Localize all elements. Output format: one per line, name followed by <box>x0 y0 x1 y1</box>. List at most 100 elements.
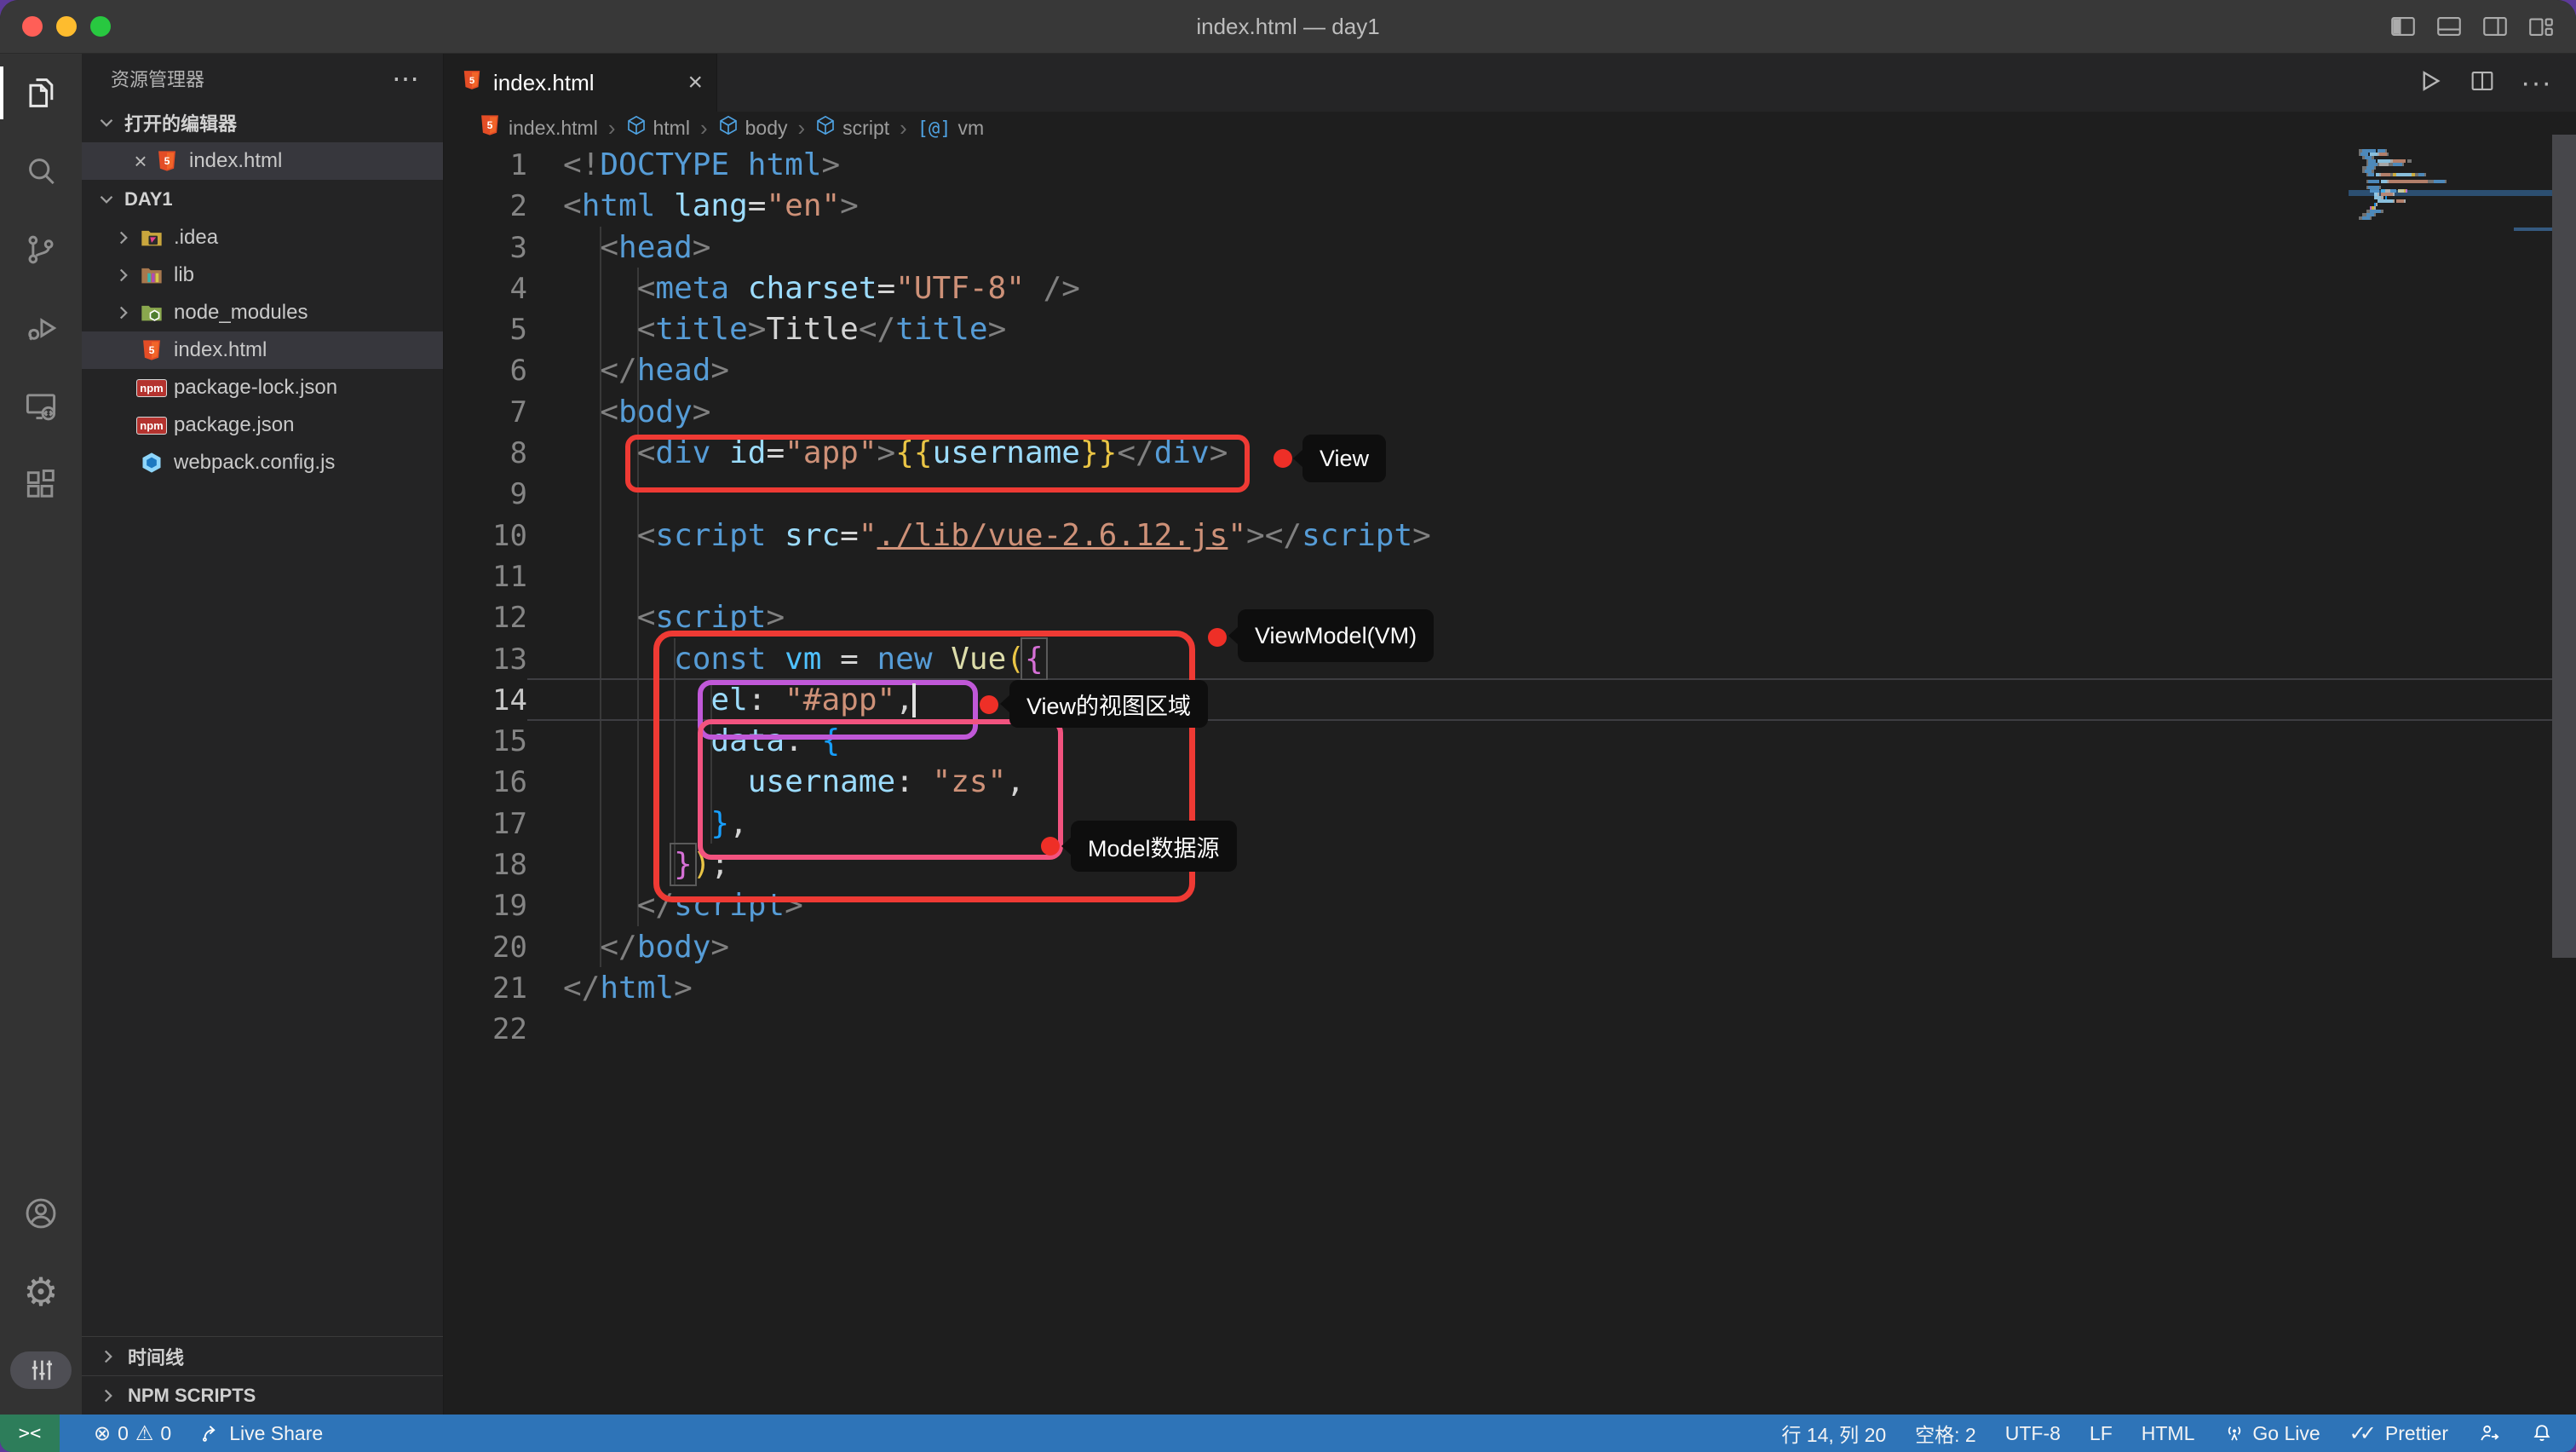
remote-explorer-icon[interactable] <box>0 367 82 446</box>
breadcrumb: 5index.html›html›body›script›[@]vm <box>444 112 2576 144</box>
code-text: <!DOCTYPE html> <box>563 145 840 186</box>
breadcrumb-item-vm[interactable]: [@]vm <box>917 117 984 140</box>
cube-icon <box>626 115 647 141</box>
sidebar-more-icon[interactable]: ⋯ <box>392 62 421 95</box>
tune-icon[interactable] <box>0 1331 82 1409</box>
annotation-label-model: Model数据源 <box>1071 821 1237 872</box>
open-editors-section[interactable]: 打开的编辑器 <box>82 103 443 142</box>
tree-item-node-modules[interactable]: node_modules <box>82 294 443 331</box>
breadcrumb-item-index.html[interactable]: 5index.html <box>478 113 598 142</box>
prettier-status[interactable]: ✓✓ Prettier <box>2349 1421 2448 1446</box>
tree-item-webpack-config-js[interactable]: webpack.config.js <box>82 444 443 481</box>
extensions-icon[interactable] <box>0 446 82 524</box>
breadcrumb-item-html[interactable]: html <box>626 115 690 141</box>
go-live-button[interactable]: Go Live <box>2223 1422 2320 1445</box>
explorer-sidebar: 资源管理器 ⋯ 打开的编辑器 ×5index.html DAY1 .ideali… <box>82 54 444 1415</box>
line-number: 22 <box>444 1009 527 1050</box>
feedback-icon[interactable] <box>2477 1421 2501 1445</box>
search-icon[interactable] <box>0 132 82 210</box>
tree-item-package-lock-json[interactable]: npmpackage-lock.json <box>82 369 443 406</box>
window-title: index.html — day1 <box>0 0 2576 53</box>
indentation-status[interactable]: 空格: 2 <box>1915 1419 1976 1448</box>
breadcrumb-item-script[interactable]: script <box>815 115 889 141</box>
code-line[interactable]: 2 <html lang="en"> <box>444 186 2576 227</box>
close-icon[interactable]: × <box>128 148 153 175</box>
annotation-label-viewmodel: ViewModel(VM) <box>1238 609 1434 662</box>
breadcrumb-separator: › <box>700 115 708 141</box>
code-line[interactable]: 6 </head> <box>444 350 2576 391</box>
npm-scripts-section[interactable]: NPM SCRIPTS <box>82 1375 443 1415</box>
run-button[interactable] <box>2413 66 2444 101</box>
code-line[interactable]: 21</html> <box>444 968 2576 1009</box>
annotation-box-data <box>698 719 1063 860</box>
project-section-day1[interactable]: DAY1 <box>82 180 443 219</box>
line-number: 2 <box>444 186 527 227</box>
open-editor-item[interactable]: ×5index.html <box>82 142 443 180</box>
eol-status[interactable]: LF <box>2090 1422 2113 1445</box>
double-check-icon: ✓✓ <box>2349 1421 2370 1446</box>
problems-status[interactable]: ⊗0 ⚠0 <box>94 1421 171 1445</box>
notifications-bell-icon[interactable] <box>2530 1421 2554 1445</box>
tree-item--idea[interactable]: .idea <box>82 219 443 256</box>
code-editor[interactable]: 1<!DOCTYPE html>2 <html lang="en">3 <head… <box>444 144 2576 1415</box>
code-line[interactable]: 7 <body> <box>444 392 2576 433</box>
close-tab-icon[interactable]: × <box>687 68 703 97</box>
chevron-down-icon <box>95 188 118 210</box>
cursor-position-status[interactable]: 行 14, 列 20 <box>1781 1419 1886 1448</box>
file-label: node_modules <box>174 301 308 325</box>
breadcrumb-item-body[interactable]: body <box>718 115 788 141</box>
source-control-icon[interactable] <box>0 210 82 289</box>
editor-group: 5 index.html × ··· 5index.html›html›body… <box>444 54 2576 1415</box>
run-debug-icon[interactable] <box>0 289 82 367</box>
tab-label: index.html <box>493 70 595 96</box>
code-line[interactable]: 10 <script src="./lib/vue-2.6.12.js"></s… <box>444 516 2576 556</box>
status-bar: >< ⊗0 ⚠0 Live Share 行 14, 列 20 空格: 2 UTF… <box>0 1415 2576 1452</box>
broadcast-icon <box>2223 1422 2245 1444</box>
npm-icon: npm <box>138 417 165 435</box>
tree-item-lib[interactable]: lib <box>82 256 443 294</box>
code-text: <html lang="en"> <box>563 186 859 227</box>
code-text: <body> <box>563 392 710 433</box>
code-line[interactable]: 20 </body> <box>444 927 2576 968</box>
line-number: 8 <box>444 433 527 474</box>
code-line[interactable]: 5 <title>Title</title> <box>444 309 2576 350</box>
annotation-dot <box>1041 837 1060 856</box>
annotation-label-view-area: View的视图区域 <box>1009 680 1208 728</box>
toggle-secondary-sidebar-icon[interactable] <box>2481 12 2510 41</box>
code-line[interactable]: 11 <box>444 556 2576 597</box>
warning-icon: ⚠ <box>135 1421 154 1445</box>
minimap[interactable] <box>2349 147 2553 266</box>
line-number: 11 <box>444 556 527 597</box>
more-actions-icon[interactable]: ··· <box>2521 66 2552 100</box>
split-editor-icon[interactable] <box>2468 66 2497 100</box>
settings-icon[interactable]: ⚙ <box>0 1253 82 1331</box>
live-share-button[interactable]: Live Share <box>200 1422 323 1445</box>
explorer-icon[interactable] <box>0 54 82 132</box>
toggle-sidebar-icon[interactable] <box>2389 12 2418 41</box>
html-file-icon: 5 <box>153 149 181 173</box>
cube-icon <box>815 115 836 141</box>
line-number: 21 <box>444 968 527 1009</box>
language-mode-status[interactable]: HTML <box>2142 1422 2195 1445</box>
editor-scrollbar[interactable] <box>2552 135 2576 958</box>
tree-item-package-json[interactable]: npmpackage.json <box>82 406 443 444</box>
encoding-status[interactable]: UTF-8 <box>2005 1422 2061 1445</box>
code-line[interactable]: 22 <box>444 1009 2576 1050</box>
code-line[interactable]: 3 <head> <box>444 228 2576 268</box>
svg-text:5: 5 <box>487 119 493 131</box>
customize-layout-icon[interactable] <box>2527 12 2556 41</box>
tree-item-index-html[interactable]: 5index.html <box>82 331 443 369</box>
timeline-section[interactable]: 时间线 <box>82 1336 443 1375</box>
line-number: 16 <box>444 762 527 803</box>
svg-text:5: 5 <box>469 75 474 85</box>
account-icon[interactable] <box>0 1174 82 1253</box>
remote-indicator[interactable]: >< <box>0 1415 60 1452</box>
webpack-icon <box>138 451 165 475</box>
breadcrumb-separator: › <box>608 115 616 141</box>
tab-index-html[interactable]: 5 index.html × <box>444 54 717 112</box>
code-line[interactable]: 1<!DOCTYPE html> <box>444 145 2576 186</box>
line-number: 14 <box>444 680 527 721</box>
breadcrumb-label: vm <box>958 117 985 140</box>
code-line[interactable]: 4 <meta charset="UTF-8" /> <box>444 268 2576 309</box>
toggle-panel-icon[interactable] <box>2435 12 2464 41</box>
